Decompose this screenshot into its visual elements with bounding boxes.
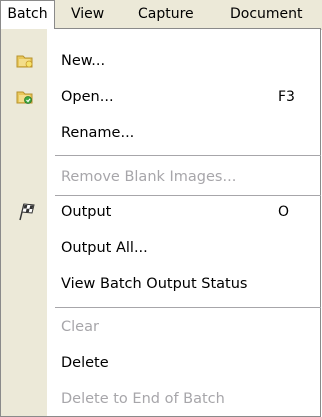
- menu-item-rename-label: Rename...: [61, 125, 135, 141]
- menu-item-clear-label: Clear: [61, 319, 99, 335]
- menu-separator: [55, 307, 321, 308]
- menu-item-remove-blank-images: Remove Blank Images...: [1, 159, 320, 195]
- menu-item-new[interactable]: New...: [1, 43, 320, 79]
- menu-item-view-batch-output-status-label: View Batch Output Status: [61, 276, 248, 292]
- menu-item-delete[interactable]: Delete: [1, 345, 320, 381]
- menu-capture[interactable]: Capture: [138, 0, 194, 29]
- menu-view-label: View: [71, 6, 105, 22]
- menu-batch-label: Batch: [7, 6, 48, 22]
- menu-item-view-batch-output-status[interactable]: View Batch Output Status: [1, 266, 320, 302]
- menu-item-delete-to-end-of-batch-label: Delete to End of Batch: [61, 391, 225, 407]
- checkered-flag-icon: [17, 202, 35, 221]
- menu-item-remove-blank-images-label: Remove Blank Images...: [61, 169, 237, 185]
- menu-document-label: Document: [230, 6, 303, 22]
- menu-item-open-shortcut: F3: [278, 89, 295, 105]
- menu-capture-label: Capture: [138, 6, 194, 22]
- menu-item-delete-to-end-of-batch: Delete to End of Batch: [1, 381, 320, 417]
- batch-dropdown-menu: New... Open... F3 Rename... Remove Blank…: [0, 28, 321, 417]
- menu-item-rename[interactable]: Rename...: [1, 115, 320, 151]
- menu-item-clear: Clear: [1, 309, 320, 345]
- menu-document[interactable]: Document: [230, 0, 322, 29]
- menu-item-output-shortcut: O: [278, 204, 290, 220]
- menu-view[interactable]: View: [71, 0, 104, 29]
- menu-batch[interactable]: Batch: [0, 0, 55, 29]
- menu-item-output-all-label: Output All...: [61, 240, 148, 256]
- new-batch-icon: [16, 52, 34, 70]
- menu-item-open[interactable]: Open... F3: [1, 79, 320, 115]
- menu-item-output-all[interactable]: Output All...: [1, 230, 320, 266]
- open-batch-icon: [16, 88, 34, 106]
- menu-item-open-label: Open...: [61, 89, 114, 105]
- menu-item-output-label: Output: [61, 204, 112, 220]
- menu-item-new-label: New...: [61, 53, 106, 69]
- menu-item-delete-label: Delete: [61, 355, 109, 371]
- menu-separator: [55, 155, 321, 156]
- menu-item-output[interactable]: Output O: [1, 194, 320, 230]
- menu-bar: Batch View Capture Document: [0, 0, 322, 30]
